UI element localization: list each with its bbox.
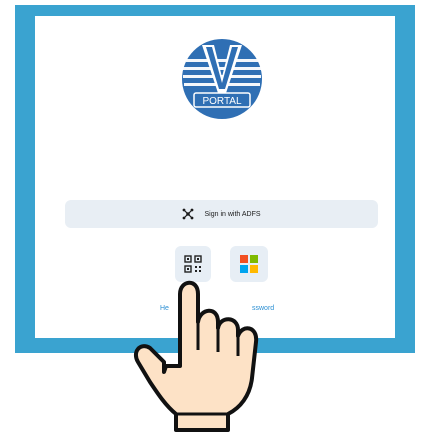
adfs-label: Sign in with ADFS bbox=[204, 210, 261, 218]
logo-text: PORTAL bbox=[202, 96, 242, 107]
network-icon bbox=[183, 208, 194, 220]
portal-logo: PORTAL bbox=[182, 39, 262, 119]
pointing-hand-icon bbox=[133, 280, 259, 432]
sign-in-adfs-button[interactable]: Sign in with ADFS bbox=[65, 200, 378, 228]
